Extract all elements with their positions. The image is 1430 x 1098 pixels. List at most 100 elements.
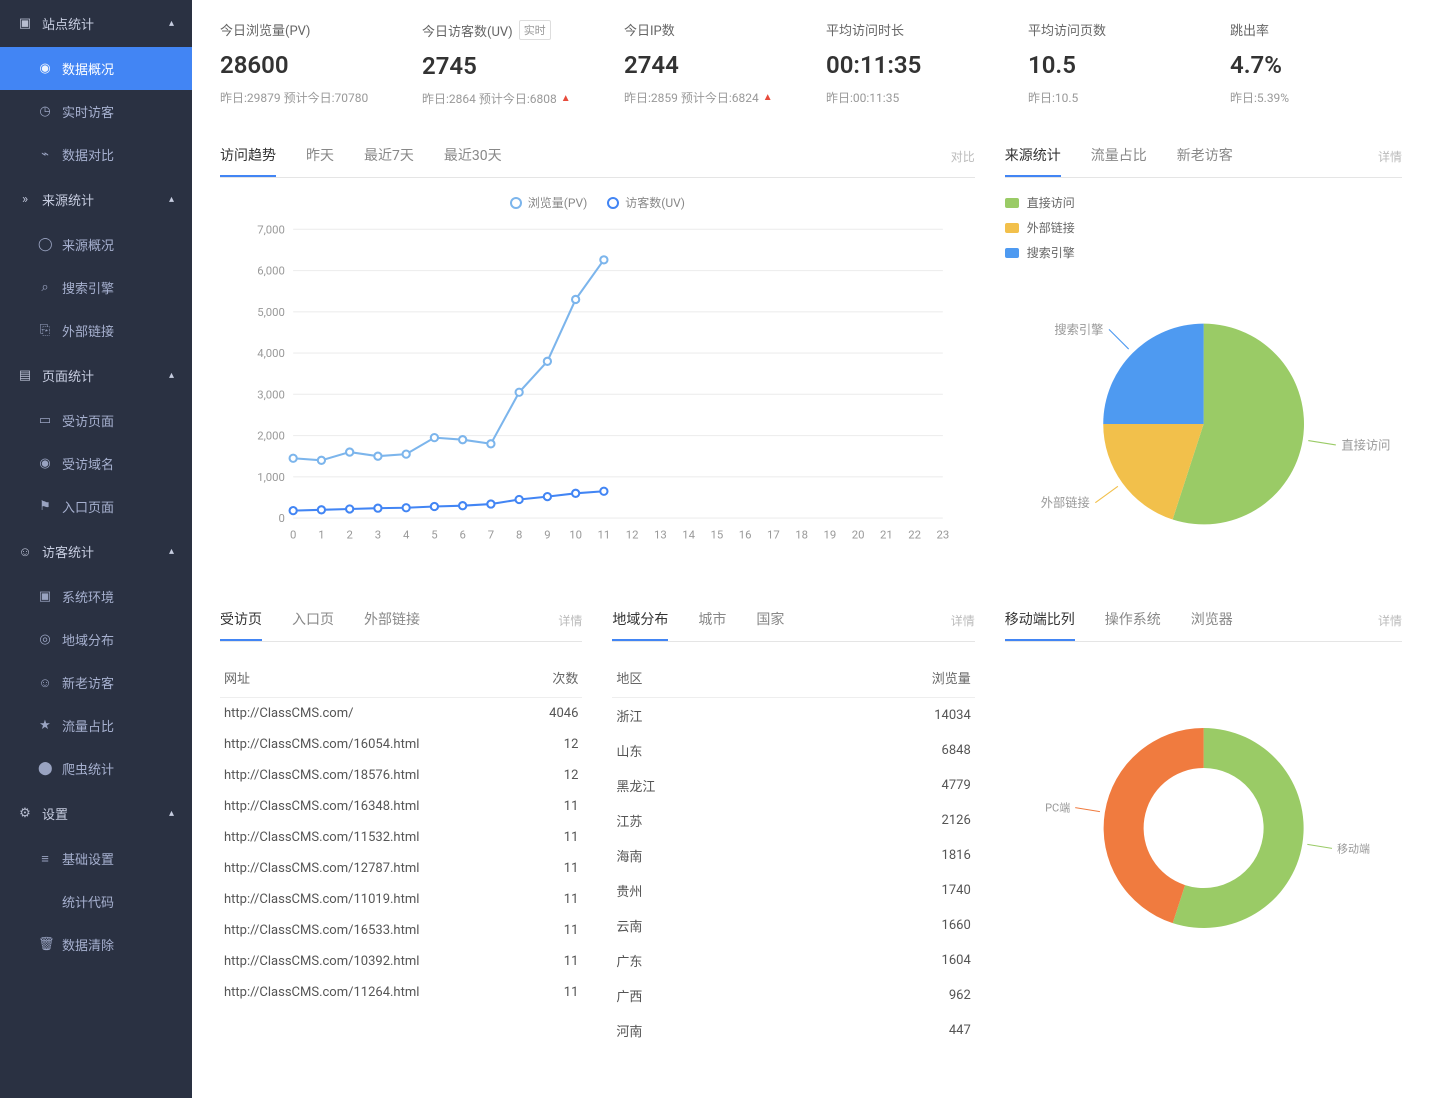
- tab[interactable]: 操作系统: [1105, 599, 1161, 641]
- stat-card: 平均访问页数 10.5 昨日:10.5: [1028, 20, 1200, 107]
- cell-area: 江苏: [612, 803, 793, 838]
- nav-icon: ◷: [38, 104, 52, 119]
- tab-action[interactable]: 详情: [951, 612, 975, 629]
- nav-item[interactable]: ⚑入口页面: [0, 485, 192, 528]
- nav-item[interactable]: ◉受访域名: [0, 442, 192, 485]
- table-row[interactable]: http://ClassCMS.com/16054.html12: [220, 729, 582, 760]
- tab[interactable]: 最近30天: [444, 135, 502, 177]
- table-row[interactable]: 黑龙江4779: [612, 768, 974, 803]
- tab-action[interactable]: 详情: [1378, 612, 1402, 629]
- cell-count: 11: [526, 915, 582, 946]
- table-row[interactable]: 浙江14034: [612, 698, 974, 734]
- cell-views: 1740: [794, 873, 975, 908]
- trend-legend: 浏览量(PV)访客数(UV): [220, 194, 975, 211]
- stat-sub: 昨日:2859 预计今日:6824▲: [624, 89, 796, 106]
- tab[interactable]: 移动端比列: [1005, 599, 1075, 641]
- table-row[interactable]: http://ClassCMS.com/12787.html11: [220, 853, 582, 884]
- table-row[interactable]: http://ClassCMS.com/4046: [220, 698, 582, 730]
- nav-item[interactable]: 统计代码: [0, 880, 192, 923]
- tab[interactable]: 外部链接: [364, 599, 420, 641]
- nav-item[interactable]: ≡基础设置: [0, 837, 192, 880]
- nav-item[interactable]: ◷实时访客: [0, 90, 192, 133]
- nav-item[interactable]: ▣系统环境: [0, 575, 192, 618]
- group-icon: ☺: [18, 544, 32, 560]
- nav-item[interactable]: ★流量占比: [0, 704, 192, 747]
- nav-item[interactable]: ⌁数据对比: [0, 133, 192, 176]
- tab-action[interactable]: 对比: [951, 148, 975, 165]
- pages-tabs: 受访页入口页外部链接 详情: [220, 599, 582, 642]
- svg-text:14: 14: [682, 528, 695, 542]
- group-label: 站点统计: [42, 14, 94, 33]
- tab[interactable]: 来源统计: [1005, 135, 1061, 177]
- cell-views: 1816: [794, 838, 975, 873]
- tab-action[interactable]: 详情: [558, 612, 582, 629]
- nav-item[interactable]: ◯来源概况: [0, 223, 192, 266]
- stat-sub: 昨日:10.5: [1028, 89, 1200, 106]
- nav-item[interactable]: 🗑数据清除: [0, 923, 192, 966]
- tab[interactable]: 入口页: [292, 599, 334, 641]
- table-row[interactable]: http://ClassCMS.com/11264.html11: [220, 977, 582, 1008]
- cell-url: http://ClassCMS.com/11532.html: [220, 822, 526, 853]
- svg-text:5: 5: [431, 528, 437, 542]
- group-label: 访客统计: [42, 542, 94, 561]
- nav-label: 爬虫统计: [62, 759, 114, 778]
- svg-text:5,000: 5,000: [257, 305, 285, 319]
- tab[interactable]: 受访页: [220, 599, 262, 641]
- tab[interactable]: 新老访客: [1177, 135, 1233, 177]
- nav-item[interactable]: ▭受访页面: [0, 399, 192, 442]
- nav-group[interactable]: ▤页面统计▴: [0, 352, 192, 399]
- nav-item[interactable]: ◉数据概况: [0, 47, 192, 90]
- nav-item[interactable]: ⎘外部链接: [0, 309, 192, 352]
- svg-text:0: 0: [279, 511, 285, 525]
- stat-label: 今日IP数: [624, 20, 796, 39]
- table-row[interactable]: 广西962: [612, 978, 974, 1013]
- tab[interactable]: 昨天: [306, 135, 334, 177]
- svg-text:7,000: 7,000: [257, 222, 285, 236]
- tab-action[interactable]: 详情: [1378, 148, 1402, 165]
- nav-group[interactable]: »来源统计▴: [0, 176, 192, 223]
- table-row[interactable]: 云南1660: [612, 908, 974, 943]
- tab[interactable]: 浏览器: [1191, 599, 1233, 641]
- nav-item[interactable]: ☺新老访客: [0, 661, 192, 704]
- nav-group[interactable]: ⚙设置▴: [0, 790, 192, 837]
- table-row[interactable]: http://ClassCMS.com/11019.html11: [220, 884, 582, 915]
- table-row[interactable]: 河南447: [612, 1013, 974, 1048]
- table-row[interactable]: 山东6848: [612, 733, 974, 768]
- legend-dot: [607, 197, 619, 209]
- nav-label: 外部链接: [62, 321, 114, 340]
- cell-count: 12: [526, 729, 582, 760]
- table-row[interactable]: http://ClassCMS.com/18576.html12: [220, 760, 582, 791]
- nav-item[interactable]: ◎地域分布: [0, 618, 192, 661]
- nav-group[interactable]: ▣站点统计▴: [0, 0, 192, 47]
- region-table: 地区浏览量浙江14034山东6848黑龙江4779江苏2126海南1816贵州1…: [612, 658, 974, 1048]
- table-row[interactable]: http://ClassCMS.com/16348.html11: [220, 791, 582, 822]
- cell-area: 广西: [612, 978, 793, 1013]
- table-row[interactable]: 海南1816: [612, 838, 974, 873]
- nav-icon: 🗑: [38, 937, 52, 952]
- table-row[interactable]: http://ClassCMS.com/16533.html11: [220, 915, 582, 946]
- table-row[interactable]: http://ClassCMS.com/10392.html11: [220, 946, 582, 977]
- nav-label: 来源概况: [62, 235, 114, 254]
- svg-text:搜索引擎: 搜索引擎: [1054, 322, 1103, 337]
- stat-card: 今日IP数 2744 昨日:2859 预计今日:6824▲: [624, 20, 796, 107]
- tab[interactable]: 访问趋势: [220, 135, 276, 177]
- nav-label: 系统环境: [62, 587, 114, 606]
- nav-item[interactable]: ⌕搜索引擎: [0, 266, 192, 309]
- svg-text:10: 10: [569, 528, 582, 542]
- tab[interactable]: 流量占比: [1091, 135, 1147, 177]
- nav-item[interactable]: ⬤爬虫统计: [0, 747, 192, 790]
- tab[interactable]: 最近7天: [364, 135, 414, 177]
- legend-dot: [510, 197, 522, 209]
- tab[interactable]: 地域分布: [612, 599, 668, 641]
- table-row[interactable]: 广东1604: [612, 943, 974, 978]
- table-row[interactable]: http://ClassCMS.com/11532.html11: [220, 822, 582, 853]
- tab[interactable]: 国家: [756, 599, 784, 641]
- legend-swatch: [1005, 223, 1019, 233]
- svg-text:9: 9: [544, 528, 550, 542]
- nav-label: 流量占比: [62, 716, 114, 735]
- tab[interactable]: 城市: [698, 599, 726, 641]
- table-row[interactable]: 贵州1740: [612, 873, 974, 908]
- th-views: 浏览量: [794, 658, 975, 698]
- nav-group[interactable]: ☺访客统计▴: [0, 528, 192, 575]
- table-row[interactable]: 江苏2126: [612, 803, 974, 838]
